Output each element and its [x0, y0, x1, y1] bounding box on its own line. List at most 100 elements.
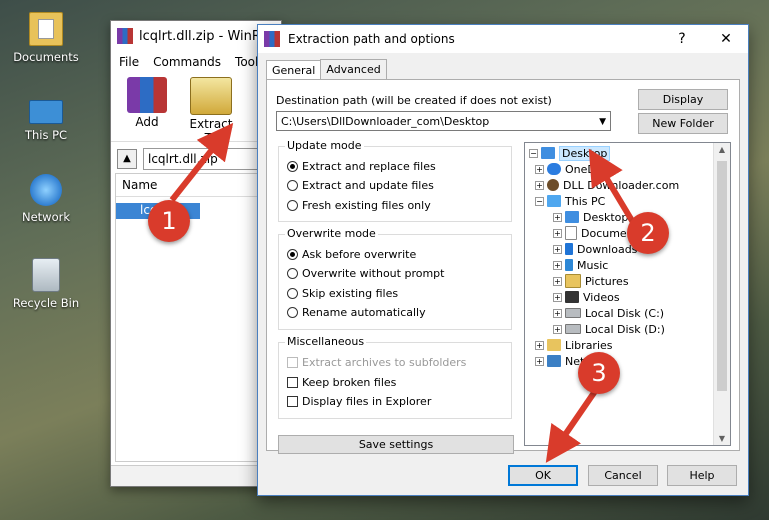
- destination-label: Destination path (will be created if doe…: [276, 94, 552, 107]
- desktop-icon-label: Network: [21, 210, 71, 224]
- drive-icon: [565, 324, 581, 334]
- checkbox-icon: [287, 357, 298, 368]
- expand-icon[interactable]: +: [535, 180, 544, 190]
- tree-item-label: Libraries: [565, 338, 613, 352]
- documents-icon: [565, 226, 577, 240]
- expand-icon[interactable]: +: [553, 212, 562, 222]
- option-label: Ask before overwrite: [302, 248, 417, 261]
- new-folder-button[interactable]: New Folder: [638, 113, 728, 134]
- tree-item-this-pc[interactable]: − This PC: [535, 193, 605, 209]
- radio-icon: [287, 180, 298, 191]
- tree-scrollbar[interactable]: ▲ ▼: [713, 143, 730, 445]
- expand-icon[interactable]: +: [553, 292, 562, 302]
- tree-item-desktop[interactable]: − Desktop: [529, 145, 611, 161]
- tab-general[interactable]: General: [266, 60, 322, 80]
- tree-item-documents[interactable]: + Documen: [553, 225, 634, 241]
- radio-rename-automatically[interactable]: Rename automatically: [287, 306, 426, 319]
- expand-icon[interactable]: +: [553, 308, 562, 318]
- tree-item-downloads[interactable]: + Downloads: [553, 241, 637, 257]
- drive-icon: [565, 308, 581, 318]
- tree-item-local-disk-c[interactable]: + Local Disk (C:): [553, 305, 664, 321]
- tree-item-label: Local Disk (C:): [585, 306, 665, 320]
- tree-item-local-disk-d[interactable]: + Local Disk (D:): [553, 321, 665, 337]
- radio-selected-icon: [287, 249, 298, 260]
- option-label: Extract archives to subfolders: [302, 356, 467, 369]
- desktop-folder-icon: [541, 147, 555, 159]
- desktop-icon-label: Recycle Bin: [12, 296, 80, 310]
- menu-file[interactable]: File: [119, 55, 139, 69]
- tree-item-pictures[interactable]: + Pictures: [553, 273, 629, 289]
- expand-icon[interactable]: +: [553, 244, 562, 254]
- column-header-name[interactable]: Name: [116, 174, 276, 197]
- extract-to-button[interactable]: Extract To: [183, 77, 239, 145]
- tab-advanced[interactable]: Advanced: [320, 59, 387, 79]
- help-title-button[interactable]: ?: [660, 31, 704, 47]
- destination-path-input[interactable]: C:\Users\DllDownloader_com\Desktop ▼: [276, 111, 611, 131]
- expand-icon[interactable]: +: [553, 228, 562, 238]
- radio-ask-overwrite[interactable]: Ask before overwrite: [287, 248, 416, 261]
- desktop-icon-documents[interactable]: Documents: [8, 12, 84, 64]
- collapse-icon[interactable]: −: [529, 148, 538, 158]
- radio-icon: [287, 288, 298, 299]
- close-button[interactable]: ✕: [704, 31, 748, 47]
- expand-icon[interactable]: +: [535, 164, 544, 174]
- expand-icon[interactable]: +: [535, 356, 544, 366]
- tree-item-pc-desktop[interactable]: + Desktop: [553, 209, 628, 225]
- extract-to-label: Extract To: [189, 117, 233, 145]
- network-icon: [30, 174, 62, 206]
- chevron-down-icon[interactable]: ▼: [599, 112, 606, 132]
- update-mode-title: Update mode: [285, 139, 364, 152]
- add-archive-icon: [127, 77, 167, 113]
- up-folder-button[interactable]: ▲: [117, 149, 137, 169]
- download-arrow-icon: [565, 243, 573, 255]
- radio-fresh-existing[interactable]: Fresh existing files only: [287, 199, 431, 212]
- address-field[interactable]: lcqlrt.dll.zip: [143, 148, 275, 170]
- checkbox-display-explorer[interactable]: Display files in Explorer: [287, 395, 431, 408]
- radio-skip-existing[interactable]: Skip existing files: [287, 287, 398, 300]
- winrar-statusbar: [111, 465, 281, 486]
- scroll-down-icon[interactable]: ▼: [714, 434, 730, 443]
- scroll-up-icon[interactable]: ▲: [714, 145, 730, 154]
- desktop-icon-network[interactable]: Network: [8, 174, 84, 224]
- desktop-icon-this-pc[interactable]: This PC: [8, 92, 84, 142]
- tree-item-dll-downloader[interactable]: + DLL Downloader.com: [535, 177, 679, 193]
- option-label: Skip existing files: [302, 287, 399, 300]
- option-label: Extract and update files: [302, 179, 434, 192]
- winrar-menubar: File Commands Tools: [111, 51, 281, 73]
- expand-icon[interactable]: +: [535, 340, 544, 350]
- tree-item-libraries[interactable]: + Libraries: [535, 337, 613, 353]
- scroll-thumb[interactable]: [717, 161, 727, 391]
- checkbox-keep-broken[interactable]: Keep broken files: [287, 376, 396, 389]
- winrar-titlebar: lcqlrt.dll.zip - WinRA: [111, 21, 281, 51]
- help-button[interactable]: Help: [667, 465, 737, 486]
- tree-item-videos[interactable]: + Videos: [553, 289, 620, 305]
- onedrive-icon: [547, 163, 561, 175]
- radio-extract-update[interactable]: Extract and update files: [287, 179, 434, 192]
- tree-item-label: Desktop: [583, 210, 629, 224]
- cancel-button[interactable]: Cancel: [588, 465, 658, 486]
- tree-item-label: DLL Downloader.com: [563, 178, 680, 192]
- ok-button[interactable]: OK: [508, 465, 578, 486]
- save-settings-button[interactable]: Save settings: [278, 435, 514, 454]
- radio-extract-replace[interactable]: Extract and replace files: [287, 160, 436, 173]
- desktop-icon-label: Documents: [13, 50, 79, 64]
- miscellaneous-group: Miscellaneous Extract archives to subfol…: [278, 335, 512, 419]
- tree-item-label: Desktop: [559, 145, 611, 161]
- add-button[interactable]: Add: [119, 77, 175, 137]
- collapse-icon[interactable]: −: [535, 196, 544, 206]
- tree-item-onedrive[interactable]: + OneD: [535, 161, 596, 177]
- expand-icon[interactable]: +: [553, 276, 562, 286]
- menu-commands[interactable]: Commands: [153, 55, 221, 69]
- display-button[interactable]: Display: [638, 89, 728, 110]
- radio-overwrite-without-prompt[interactable]: Overwrite without prompt: [287, 267, 444, 280]
- folder-tree[interactable]: − Desktop + OneD + DLL Downloader.com − …: [524, 142, 731, 446]
- miscellaneous-title: Miscellaneous: [285, 335, 367, 348]
- expand-icon[interactable]: +: [553, 324, 562, 334]
- recycle-bin-icon: [32, 258, 60, 292]
- radio-icon: [287, 307, 298, 318]
- file-list[interactable]: Name lcq: [115, 173, 277, 462]
- desktop-icon-recycle-bin[interactable]: Recycle Bin: [8, 258, 84, 310]
- expand-icon[interactable]: +: [553, 260, 562, 270]
- tree-item-music[interactable]: + Music: [553, 257, 608, 273]
- extraction-dialog: Extraction path and options ? ✕ General …: [257, 24, 749, 496]
